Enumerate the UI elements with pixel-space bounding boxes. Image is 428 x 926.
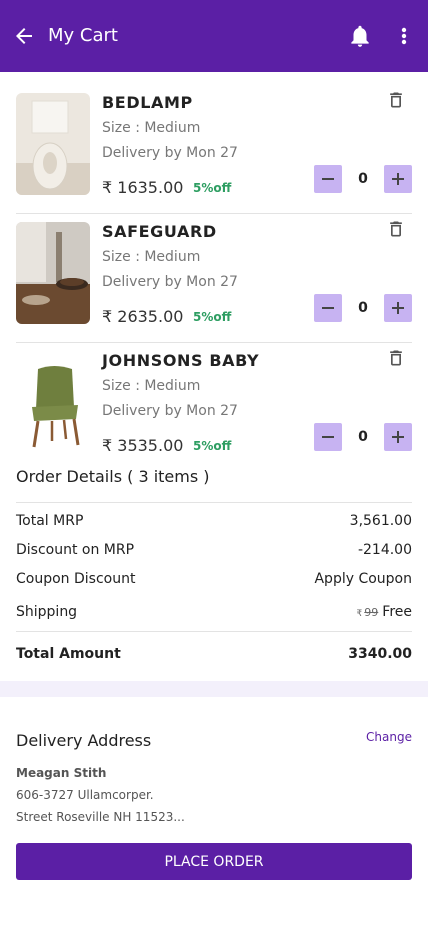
- quantity-value: 0: [358, 429, 368, 445]
- discount-badge: 5%off: [193, 181, 232, 195]
- discount-label: Discount on MRP: [16, 542, 135, 558]
- delivery-date: Delivery by Mon 27: [102, 145, 238, 161]
- increase-quantity-button[interactable]: [384, 294, 412, 322]
- product-image[interactable]: [16, 93, 90, 195]
- total-mrp-label: Total MRP: [16, 513, 84, 529]
- product-name: SAFEGUARD: [102, 222, 217, 241]
- increase-quantity-button[interactable]: [384, 165, 412, 193]
- change-address-link[interactable]: Change: [366, 730, 412, 744]
- increase-quantity-button[interactable]: [384, 423, 412, 451]
- shipping-free: Free: [382, 604, 412, 620]
- section-divider-band: [0, 681, 428, 697]
- delete-icon[interactable]: [386, 348, 406, 368]
- cart-item: SAFEGUARD Size : Medium Delivery by Mon …: [16, 214, 412, 343]
- product-size: Size : Medium: [102, 249, 201, 265]
- product-price: ₹ 1635.00: [102, 178, 184, 197]
- divider: [16, 502, 412, 503]
- coupon-label: Coupon Discount: [16, 571, 136, 587]
- total-mrp-row: Total MRP 3,561.00: [16, 513, 412, 529]
- apply-coupon-link[interactable]: Apply Coupon: [314, 571, 412, 587]
- back-arrow-icon[interactable]: [12, 24, 36, 48]
- discount-badge: 5%off: [193, 310, 232, 324]
- more-vert-icon[interactable]: [394, 24, 414, 48]
- product-image[interactable]: [16, 351, 90, 453]
- delete-icon[interactable]: [386, 219, 406, 239]
- bell-icon[interactable]: [347, 23, 373, 49]
- currency-symbol: ₹: [356, 609, 363, 619]
- discount-row: Discount on MRP -214.00: [16, 542, 412, 558]
- address-line-1: 606-3727 Ullamcorper.: [16, 788, 154, 802]
- page-title: My Cart: [48, 25, 118, 46]
- delivery-date: Delivery by Mon 27: [102, 274, 238, 290]
- shipping-label: Shipping: [16, 604, 78, 620]
- product-name: BEDLAMP: [102, 93, 193, 112]
- product-image[interactable]: [16, 222, 90, 324]
- discount-badge: 5%off: [193, 439, 232, 453]
- quantity-value: 0: [358, 171, 368, 187]
- cart-item: BEDLAMP Size : Medium Delivery by Mon 27…: [16, 85, 412, 214]
- decrease-quantity-button[interactable]: [314, 423, 342, 451]
- shipping-original-price: 99: [364, 606, 379, 619]
- total-amount-label: Total Amount: [16, 646, 121, 662]
- product-size: Size : Medium: [102, 120, 201, 136]
- divider: [16, 631, 412, 632]
- total-amount-row: Total Amount 3340.00: [16, 646, 412, 662]
- decrease-quantity-button[interactable]: [314, 294, 342, 322]
- total-amount-value: 3340.00: [348, 646, 412, 662]
- discount-value: -214.00: [357, 542, 412, 558]
- product-size: Size : Medium: [102, 378, 201, 394]
- shipping-row: Shipping ₹99 Free: [16, 604, 412, 620]
- shipping-value: ₹99 Free: [357, 604, 412, 620]
- address-line-2: Street Roseville NH 11523...: [16, 810, 185, 824]
- cart-item: JOHNSONS BABY Size : Medium Delivery by …: [16, 343, 412, 472]
- place-order-button[interactable]: PLACE ORDER: [16, 843, 412, 880]
- order-details-heading: Order Details ( 3 items ): [16, 467, 210, 486]
- delivery-date: Delivery by Mon 27: [102, 403, 238, 419]
- delivery-address-title: Delivery Address: [16, 731, 152, 750]
- coupon-row: Coupon Discount Apply Coupon: [16, 571, 412, 587]
- product-name: JOHNSONS BABY: [102, 351, 260, 370]
- quantity-value: 0: [358, 300, 368, 316]
- recipient-name: Meagan Stith: [16, 766, 107, 780]
- product-price: ₹ 3535.00: [102, 436, 184, 455]
- total-mrp-value: 3,561.00: [349, 513, 412, 529]
- product-price: ₹ 2635.00: [102, 307, 184, 326]
- decrease-quantity-button[interactable]: [314, 165, 342, 193]
- delete-icon[interactable]: [386, 90, 406, 110]
- app-bar: My Cart: [0, 0, 428, 72]
